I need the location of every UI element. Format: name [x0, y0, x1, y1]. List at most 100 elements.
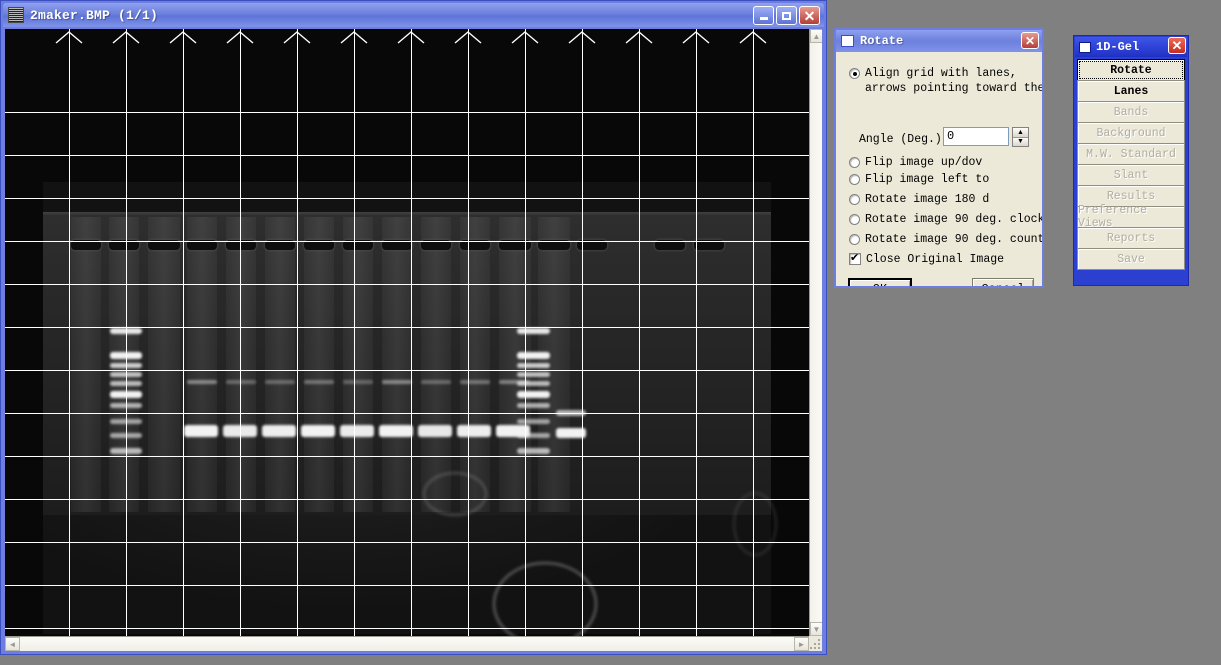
- radio-rotate-90-clockwise[interactable]: Rotate image 90 deg. clockv: [849, 212, 1042, 227]
- grid-line-horizontal: [5, 327, 809, 328]
- ladder-band: [517, 352, 550, 359]
- panel-button-slant: Slant: [1077, 164, 1185, 186]
- radio-flip-image-left-right[interactable]: Flip image left to: [849, 172, 989, 187]
- grid-line-horizontal: [5, 241, 809, 242]
- spinner-down-button[interactable]: ▼: [1013, 137, 1028, 146]
- close-icon: ✕: [1024, 33, 1036, 48]
- gel-artefact: [423, 472, 487, 516]
- grid-line-vertical: [240, 29, 241, 636]
- angle-label: Angle (Deg.):: [859, 133, 949, 146]
- button-label: Bands: [1113, 105, 1149, 119]
- close-icon: ✕: [1171, 37, 1183, 53]
- spinner-up-button[interactable]: ▲: [1013, 128, 1028, 138]
- grid-line-horizontal: [5, 413, 809, 414]
- scroll-up-button[interactable]: ▲: [810, 29, 822, 43]
- lane-glow: [304, 217, 334, 512]
- sample-band: [265, 380, 295, 384]
- angle-spinner[interactable]: ▲ ▼: [1012, 127, 1029, 147]
- radio-rotate-90-counterclockwise[interactable]: Rotate image 90 deg. counterc: [849, 232, 1042, 247]
- scroll-down-button[interactable]: ▼: [810, 622, 822, 636]
- radio-label: Flip image left to: [865, 173, 990, 186]
- grid-arrow-icon: [682, 31, 710, 44]
- cancel-button-label: Cancel: [981, 282, 1024, 286]
- grid-line-vertical: [639, 29, 640, 636]
- radio-indicator: [849, 194, 860, 205]
- button-label: Reports: [1106, 231, 1156, 245]
- sample-band: [301, 425, 335, 437]
- radio-indicator: [849, 174, 860, 185]
- chevron-right-icon: ►: [797, 639, 806, 649]
- vertical-scrollbar[interactable]: ▲ ▼: [809, 29, 822, 636]
- grid-line-vertical: [468, 29, 469, 636]
- ok-button[interactable]: OK: [848, 278, 912, 286]
- grid-line-vertical: [411, 29, 412, 636]
- lane-glow: [421, 217, 451, 512]
- sample-band: [379, 425, 413, 437]
- image-window-titlebar[interactable]: 2maker.BMP (1/1) ✕: [3, 3, 824, 27]
- grid-arrow-icon: [226, 31, 254, 44]
- minimize-icon: [759, 17, 768, 20]
- lane-glow: [148, 217, 180, 512]
- resize-grip[interactable]: [809, 636, 822, 651]
- grid-line-horizontal: [5, 542, 809, 543]
- lane-glow: [382, 217, 412, 512]
- sample-band: [184, 425, 218, 437]
- maximize-button[interactable]: [776, 6, 797, 25]
- grid-line-horizontal: [5, 456, 809, 457]
- button-label: Results: [1106, 189, 1156, 203]
- rotate-dialog-title: Rotate: [860, 34, 904, 48]
- grid-line-vertical: [183, 29, 184, 636]
- ladder-band: [517, 372, 550, 377]
- sample-band: [262, 425, 296, 437]
- lane-glow: [226, 217, 256, 512]
- horizontal-scrollbar[interactable]: ◄ ►: [5, 636, 809, 651]
- close-button[interactable]: ✕: [799, 6, 820, 25]
- lane-glow: [265, 217, 295, 512]
- gel-artefact: [733, 492, 777, 556]
- scroll-left-button[interactable]: ◄: [5, 637, 20, 651]
- gel-thumbnail-icon: [8, 7, 24, 23]
- grid-arrow-icon: [397, 31, 425, 44]
- chevron-up-icon: ▲: [812, 31, 821, 41]
- button-label: Slant: [1113, 168, 1149, 182]
- grid-arrow-icon: [169, 31, 197, 44]
- radio-indicator: [849, 214, 860, 225]
- radio-label: Flip image up/dov: [865, 156, 983, 169]
- sample-band: [340, 425, 374, 437]
- 1d-gel-panel-close-button[interactable]: ✕: [1168, 37, 1186, 54]
- radio-align-grid-with-lanes[interactable]: Align grid with lanes, arrows pointing t…: [849, 66, 1042, 96]
- button-label: Save: [1117, 252, 1145, 266]
- gel-image-canvas[interactable]: [5, 29, 809, 636]
- grid-line-horizontal: [5, 628, 809, 629]
- sample-band: [304, 380, 334, 384]
- grid-line-horizontal: [5, 370, 809, 371]
- grid-line-vertical: [354, 29, 355, 636]
- minimize-button[interactable]: [753, 6, 774, 25]
- checkbox-close-original-image[interactable]: Close Original Image: [849, 251, 1004, 267]
- radio-rotate-180[interactable]: Rotate image 180 d: [849, 192, 989, 207]
- ladder-band: [517, 363, 550, 368]
- radio-flip-image-up-down[interactable]: Flip image up/dov: [849, 155, 982, 170]
- scroll-right-button[interactable]: ►: [794, 637, 809, 651]
- panel-button-mw-standard: M.W. Standard: [1077, 143, 1185, 165]
- radio-indicator: [849, 234, 860, 245]
- ladder-band: [517, 419, 550, 424]
- checkbox-indicator: [849, 251, 861, 265]
- chevron-down-icon: ▼: [1017, 138, 1024, 146]
- rotate-dialog-titlebar[interactable]: Rotate: [836, 30, 1042, 52]
- lane-glow: [187, 217, 217, 512]
- angle-input[interactable]: 0: [943, 127, 1009, 146]
- button-label: M.W. Standard: [1086, 147, 1176, 161]
- panel-button-rotate[interactable]: Rotate: [1077, 59, 1185, 81]
- gel-photo: [43, 182, 777, 636]
- ok-button-label: OK: [873, 282, 887, 286]
- cancel-button[interactable]: Cancel: [972, 278, 1034, 286]
- sample-band: [226, 380, 256, 384]
- panel-button-preference-views: Preference Views: [1077, 204, 1185, 230]
- panel-button-lanes[interactable]: Lanes: [1077, 80, 1185, 102]
- 1d-gel-panel-title: 1D-Gel: [1096, 40, 1140, 54]
- sample-band: [457, 425, 491, 437]
- rotate-dialog-close-button[interactable]: ✕: [1021, 32, 1039, 49]
- grid-line-horizontal: [5, 499, 809, 500]
- grid-arrow-icon: [340, 31, 368, 44]
